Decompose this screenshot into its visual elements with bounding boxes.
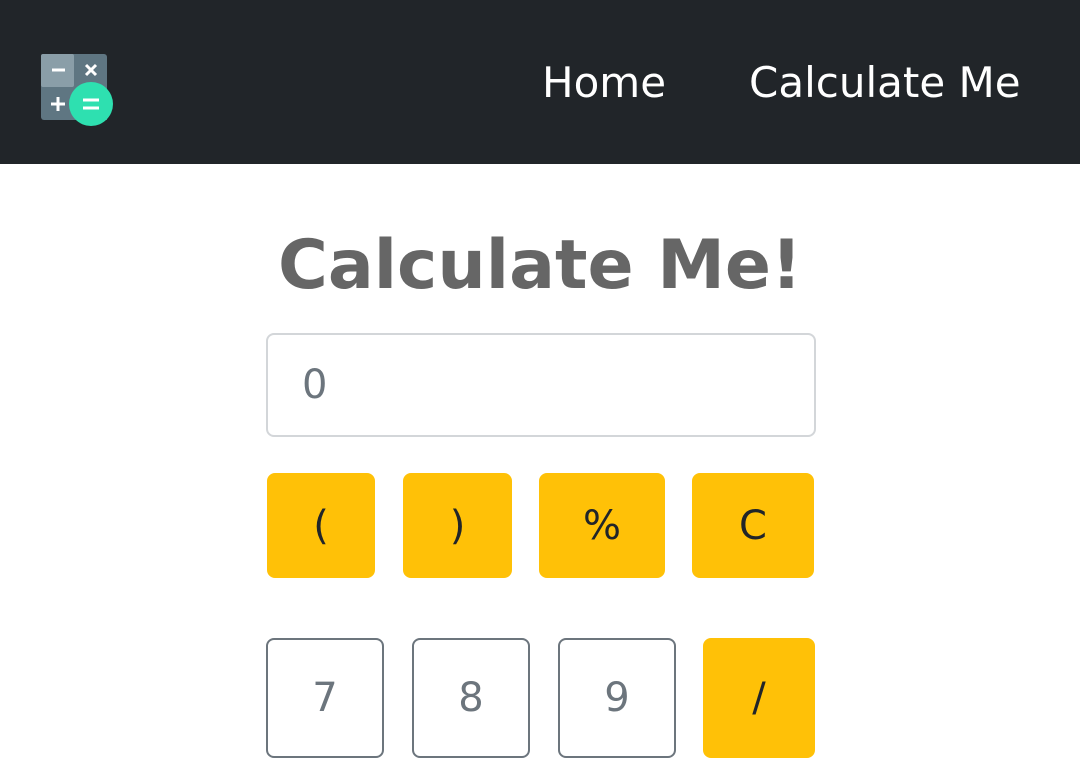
digit-9-button[interactable]: 9 (558, 638, 676, 758)
page-title: Calculate Me! (277, 226, 803, 305)
nav-link-calculate-me[interactable]: Calculate Me (749, 58, 1021, 108)
close-paren-button[interactable]: ) (403, 473, 512, 578)
open-paren-button[interactable]: ( (267, 473, 375, 578)
calculator-display-input[interactable] (266, 333, 816, 437)
divide-button[interactable]: / (703, 638, 815, 758)
percent-button[interactable]: % (539, 473, 665, 578)
digit-8-button[interactable]: 8 (412, 638, 530, 758)
navbar: Home Calculate Me (0, 0, 1080, 164)
nav-link-home[interactable]: Home (542, 58, 666, 108)
calculator-icon[interactable] (41, 54, 113, 126)
clear-button[interactable]: C (692, 473, 814, 578)
digit-7-button[interactable]: 7 (266, 638, 384, 758)
